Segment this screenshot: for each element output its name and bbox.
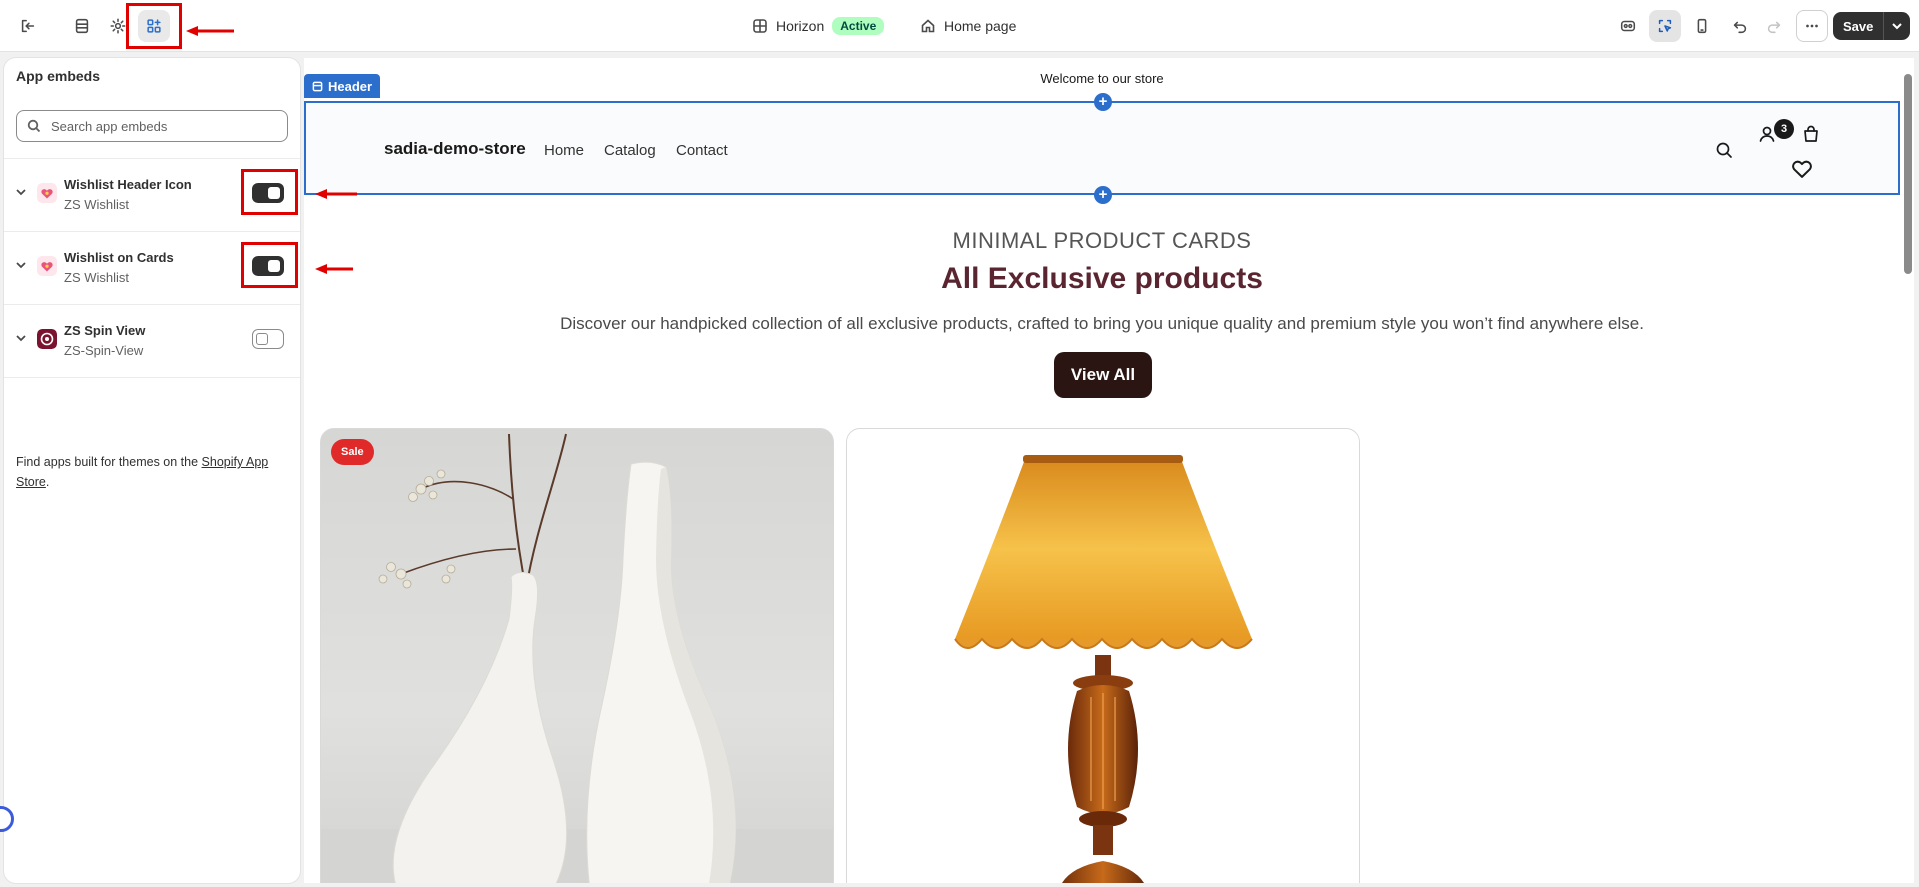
chevron-down-icon xyxy=(1892,23,1903,30)
nav-catalog[interactable]: Catalog xyxy=(604,142,656,159)
page-name: Home page xyxy=(944,18,1017,34)
announcement-bar: Welcome to our store xyxy=(1040,71,1164,86)
chevron-down-icon[interactable] xyxy=(14,258,28,272)
annotation-arrow xyxy=(184,24,234,36)
cart-count-badge: 3 xyxy=(1774,119,1794,139)
chevron-down-icon[interactable] xyxy=(14,185,28,199)
top-bar: Horizon Active Home page Save xyxy=(0,0,1919,52)
preview-inspector-icon[interactable] xyxy=(1612,10,1644,42)
section-tag-label: Header xyxy=(328,78,373,94)
annotation-box xyxy=(126,3,182,49)
status-badge: Active xyxy=(832,17,885,35)
embed-toggle[interactable] xyxy=(252,329,284,349)
undo-icon[interactable] xyxy=(1724,10,1756,42)
wishlist-heart-icon[interactable] xyxy=(1789,155,1815,181)
embed-name: ZS Spin View xyxy=(64,323,146,338)
section-eyebrow: MINIMAL PRODUCT CARDS xyxy=(952,228,1252,253)
header-section[interactable]: sadia-demo-store Home Catalog Contact 3 xyxy=(304,101,1900,195)
section-description: Discover our handpicked collection of al… xyxy=(560,314,1644,333)
annotation-box xyxy=(241,169,298,215)
search-icon[interactable] xyxy=(1713,139,1735,161)
search-field[interactable] xyxy=(16,110,288,142)
find-apps-text: Find apps built for themes on the Shopif… xyxy=(16,452,292,492)
cart-icon[interactable] xyxy=(1800,123,1822,145)
section-tag-header[interactable]: Header xyxy=(304,74,381,98)
layout-icon xyxy=(753,19,767,33)
embed-name: Wishlist on Cards xyxy=(64,250,174,265)
theme-preview: Welcome to our store Header sadia-demo-s… xyxy=(304,58,1914,883)
preview-scrollbar[interactable] xyxy=(1904,74,1912,274)
divider xyxy=(4,377,300,378)
search-input[interactable] xyxy=(51,118,271,134)
zs-wishlist-app-icon xyxy=(37,183,57,203)
search-icon xyxy=(27,119,41,133)
section-title: All Exclusive products xyxy=(941,262,1263,295)
annotation-box xyxy=(241,242,298,288)
sale-badge: Sale xyxy=(331,439,374,465)
sections-icon[interactable] xyxy=(66,10,98,42)
page-selector[interactable]: Home page xyxy=(920,14,1016,38)
home-icon xyxy=(921,19,935,33)
add-section-above-button[interactable]: + xyxy=(1094,93,1112,111)
find-apps-prefix: Find apps built for themes on the xyxy=(16,455,202,469)
section-icon xyxy=(312,81,323,91)
view-all-button[interactable]: View All xyxy=(1054,352,1152,398)
vase-product-image xyxy=(321,433,833,883)
exit-icon[interactable] xyxy=(12,10,44,42)
embed-vendor: ZS-Spin-View xyxy=(64,343,144,358)
annotation-arrow xyxy=(313,187,357,199)
lamp-product-image xyxy=(954,455,1253,883)
theme-name: Horizon xyxy=(776,18,825,34)
panel-title: App embeds xyxy=(16,68,101,84)
store-logo[interactable]: sadia-demo-store xyxy=(384,139,526,159)
nav-home[interactable]: Home xyxy=(544,142,584,159)
mobile-preview-icon[interactable] xyxy=(1686,10,1718,42)
product-card[interactable]: Sale xyxy=(320,428,834,883)
more-actions-icon[interactable] xyxy=(1796,10,1828,42)
embed-item-zs-spin-view: ZS Spin View ZS-Spin-View xyxy=(4,305,300,377)
embed-name: Wishlist Header Icon xyxy=(64,177,192,192)
chevron-down-icon[interactable] xyxy=(14,331,28,345)
embed-vendor: ZS Wishlist xyxy=(64,270,129,285)
embed-vendor: ZS Wishlist xyxy=(64,197,129,212)
save-group: Save xyxy=(1833,12,1911,40)
theme-switcher[interactable]: Horizon Active xyxy=(752,14,885,38)
zs-wishlist-app-icon xyxy=(37,256,57,276)
save-options-button[interactable] xyxy=(1884,12,1910,40)
redo-icon[interactable] xyxy=(1758,10,1790,42)
product-card[interactable] xyxy=(846,428,1360,883)
zs-spin-view-app-icon xyxy=(37,329,57,349)
save-button[interactable]: Save xyxy=(1833,12,1885,40)
nav-contact[interactable]: Contact xyxy=(676,142,728,159)
annotation-arrow xyxy=(313,262,353,274)
select-tool-icon[interactable] xyxy=(1649,10,1681,42)
toggle-knob xyxy=(256,332,268,345)
add-section-below-button[interactable]: + xyxy=(1094,186,1112,204)
find-apps-suffix: . xyxy=(45,475,50,489)
